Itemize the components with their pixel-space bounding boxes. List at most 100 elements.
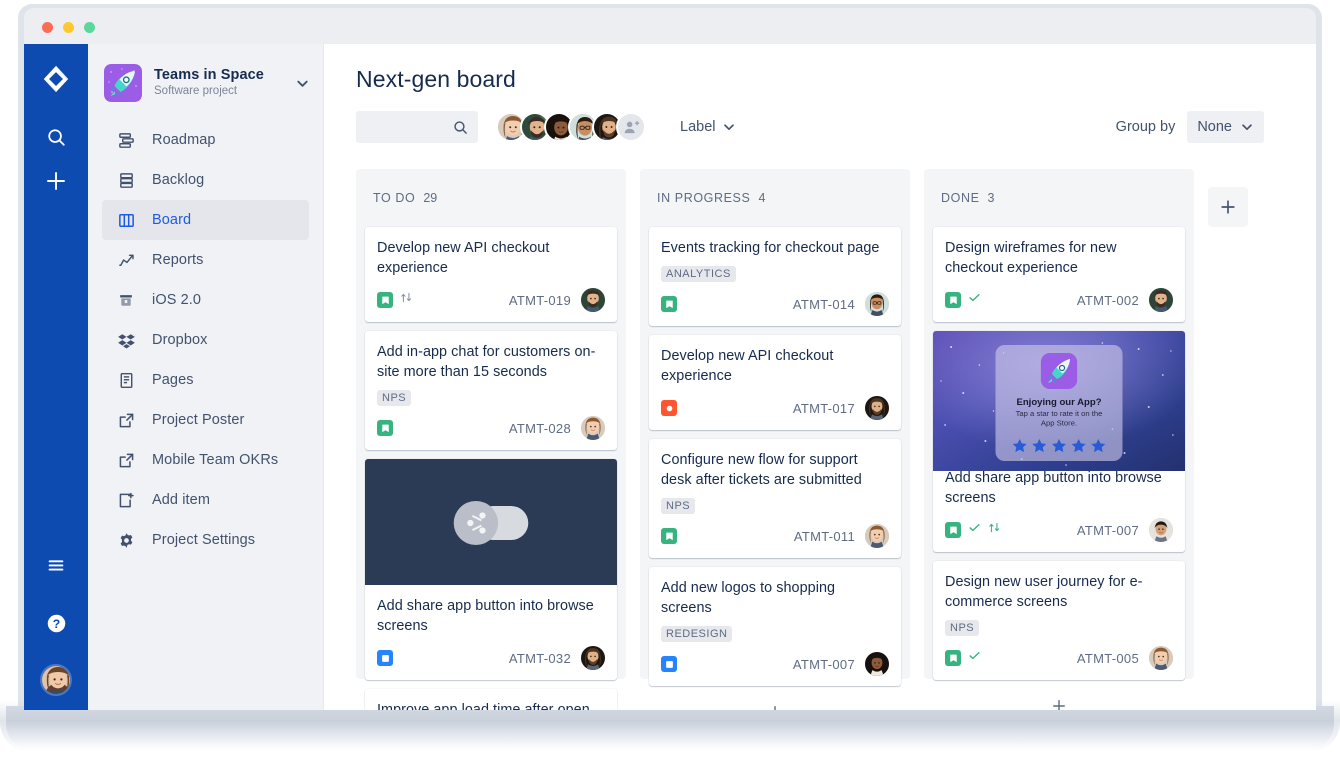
sidebar-item-label: Dropbox — [152, 332, 208, 348]
chevron-down-icon — [722, 120, 736, 134]
create-icon[interactable] — [39, 164, 73, 198]
board-card[interactable]: Design wireframes for new checkout exper… — [933, 227, 1185, 322]
card-assignee-avatar[interactable] — [865, 292, 889, 316]
svg-text:?: ? — [52, 616, 59, 630]
story-icon — [945, 650, 961, 666]
column-count: 29 — [423, 191, 437, 205]
card-footer: ATMT-017 — [661, 396, 889, 420]
group-by-select[interactable]: None — [1187, 111, 1264, 143]
board-card[interactable]: Improve app load time after open — [365, 689, 617, 710]
sidebar-item-label: Project Poster — [152, 412, 244, 428]
page-title: Next-gen board — [356, 66, 1316, 93]
column-header: IN PROGRESS 4 — [649, 169, 901, 227]
sidebar-item-board[interactable]: Board — [102, 200, 309, 240]
sidebar-item-project-settings[interactable]: Project Settings — [102, 520, 309, 560]
board-column-in-progress: IN PROGRESS 4 Events tracking for checko… — [640, 169, 910, 679]
close-window-button[interactable] — [42, 22, 53, 33]
project-sidebar: Teams in Space Software project — [88, 44, 324, 710]
card-footer: ATMT-011 — [661, 524, 889, 548]
sidebar-item-mobile-team-okrs[interactable]: Mobile Team OKRs — [102, 440, 309, 480]
sidebar-item-dropbox[interactable]: Dropbox — [102, 320, 309, 360]
board-column-done: DONE 3 Design wireframes for new checkou… — [924, 169, 1194, 679]
sidebar-item-backlog[interactable]: Backlog — [102, 160, 309, 200]
menu-icon[interactable] — [39, 548, 73, 582]
card-assignee-avatar[interactable] — [581, 288, 605, 312]
card-assignee-avatar[interactable] — [581, 416, 605, 440]
rocket-icon — [104, 64, 142, 102]
issue-key: ATMT-014 — [793, 297, 855, 312]
card-assignee-avatar[interactable] — [865, 524, 889, 548]
sidebar-item-roadmap[interactable]: Roadmap — [102, 120, 309, 160]
project-switcher[interactable]: Teams in Space Software project — [88, 60, 323, 106]
search-icon[interactable] — [39, 120, 73, 154]
card-assignee-avatar[interactable] — [865, 396, 889, 420]
card-footer: ATMT-002 — [945, 288, 1173, 312]
search-icon — [452, 119, 469, 136]
card-assignee-avatar[interactable] — [1149, 518, 1173, 542]
column-name: TO DO — [373, 191, 415, 205]
add-card-button[interactable] — [933, 689, 1185, 710]
sidebar-item-project-poster[interactable]: Project Poster — [102, 400, 309, 440]
issue-key: ATMT-007 — [793, 657, 855, 672]
zoom-window-button[interactable] — [84, 22, 95, 33]
sidebar-item-pages[interactable]: Pages — [102, 360, 309, 400]
help-icon[interactable]: ? — [39, 606, 73, 640]
profile-avatar[interactable] — [40, 664, 72, 696]
sidebar-nav-list: Roadmap Backlog — [88, 120, 323, 560]
board-card[interactable]: Configure new flow for support desk afte… — [649, 439, 901, 558]
sidebar-item-reports[interactable]: Reports — [102, 240, 309, 280]
story-icon — [377, 420, 393, 436]
issue-key: ATMT-007 — [1077, 523, 1139, 538]
board-card[interactable]: Add new logos to shopping screens REDESI… — [649, 567, 901, 686]
sidebar-item-label: Project Settings — [152, 532, 255, 548]
board-columns: TO DO 29 Develop new API checkout experi… — [356, 169, 1316, 679]
card-assignee-avatar[interactable] — [1149, 646, 1173, 670]
search-input[interactable] — [356, 111, 478, 143]
jira-logo[interactable] — [41, 64, 71, 94]
label-filter-button[interactable]: Label — [674, 115, 742, 139]
minimize-window-button[interactable] — [63, 22, 74, 33]
sidebar-item-add-item[interactable]: Add item — [102, 480, 309, 520]
add-column-button[interactable] — [1208, 187, 1248, 227]
board-main: Next-gen board — [324, 44, 1316, 710]
card-title: Add in-app chat for customers on-site mo… — [377, 342, 605, 382]
board-card[interactable]: Develop new API checkout experience ATMT… — [649, 335, 901, 430]
card-title: Develop new API checkout experience — [377, 238, 605, 278]
card-footer: ATMT-007 — [661, 652, 889, 676]
card-assignee-avatar[interactable] — [581, 646, 605, 670]
board-card[interactable]: Develop new API checkout experience — [365, 227, 617, 322]
add-person-icon[interactable] — [616, 112, 646, 142]
board-card[interactable]: Enjoying our App? Tap a star to rate it … — [933, 331, 1185, 552]
sidebar-item-ios-2-0[interactable]: iOS 2.0 — [102, 280, 309, 320]
board-card[interactable]: Design new user journey for e-commerce s… — [933, 561, 1185, 680]
card-assignee-avatar[interactable] — [865, 652, 889, 676]
column-header: TO DO 29 — [365, 169, 617, 227]
issue-key: ATMT-032 — [509, 651, 571, 666]
story-icon — [945, 522, 961, 538]
card-tag: NPS — [945, 620, 979, 636]
issue-key: ATMT-002 — [1077, 293, 1139, 308]
project-subtitle: Software project — [154, 84, 293, 99]
label-filter-text: Label — [680, 119, 715, 135]
column-count: 3 — [988, 191, 995, 205]
card-footer: ATMT-028 — [377, 416, 605, 440]
gear-icon — [114, 528, 138, 552]
add-card-button[interactable] — [649, 695, 901, 710]
board-card[interactable]: Add share app button into browse screens — [365, 459, 617, 680]
board-card[interactable]: Events tracking for checkout page ANALYT… — [649, 227, 901, 326]
project-name: Teams in Space — [154, 67, 293, 84]
window-titlebar — [24, 8, 1316, 44]
board-card[interactable]: Add in-app chat for customers on-site mo… — [365, 331, 617, 450]
card-title: Add new logos to shopping screens — [661, 578, 889, 618]
card-title: Improve app load time after open — [377, 700, 605, 710]
dropbox-icon — [114, 328, 138, 352]
reports-icon — [114, 248, 138, 272]
card-assignee-avatar[interactable] — [1149, 288, 1173, 312]
board-column-todo: TO DO 29 Develop new API checkout experi… — [356, 169, 626, 679]
cover-heading: Enjoying our App? — [1016, 397, 1101, 408]
card-footer: ATMT-014 — [661, 292, 889, 316]
card-footer: ATMT-032 — [377, 646, 605, 670]
chevron-down-icon[interactable] — [293, 76, 311, 91]
issue-key: ATMT-028 — [509, 421, 571, 436]
story-icon — [945, 292, 961, 308]
